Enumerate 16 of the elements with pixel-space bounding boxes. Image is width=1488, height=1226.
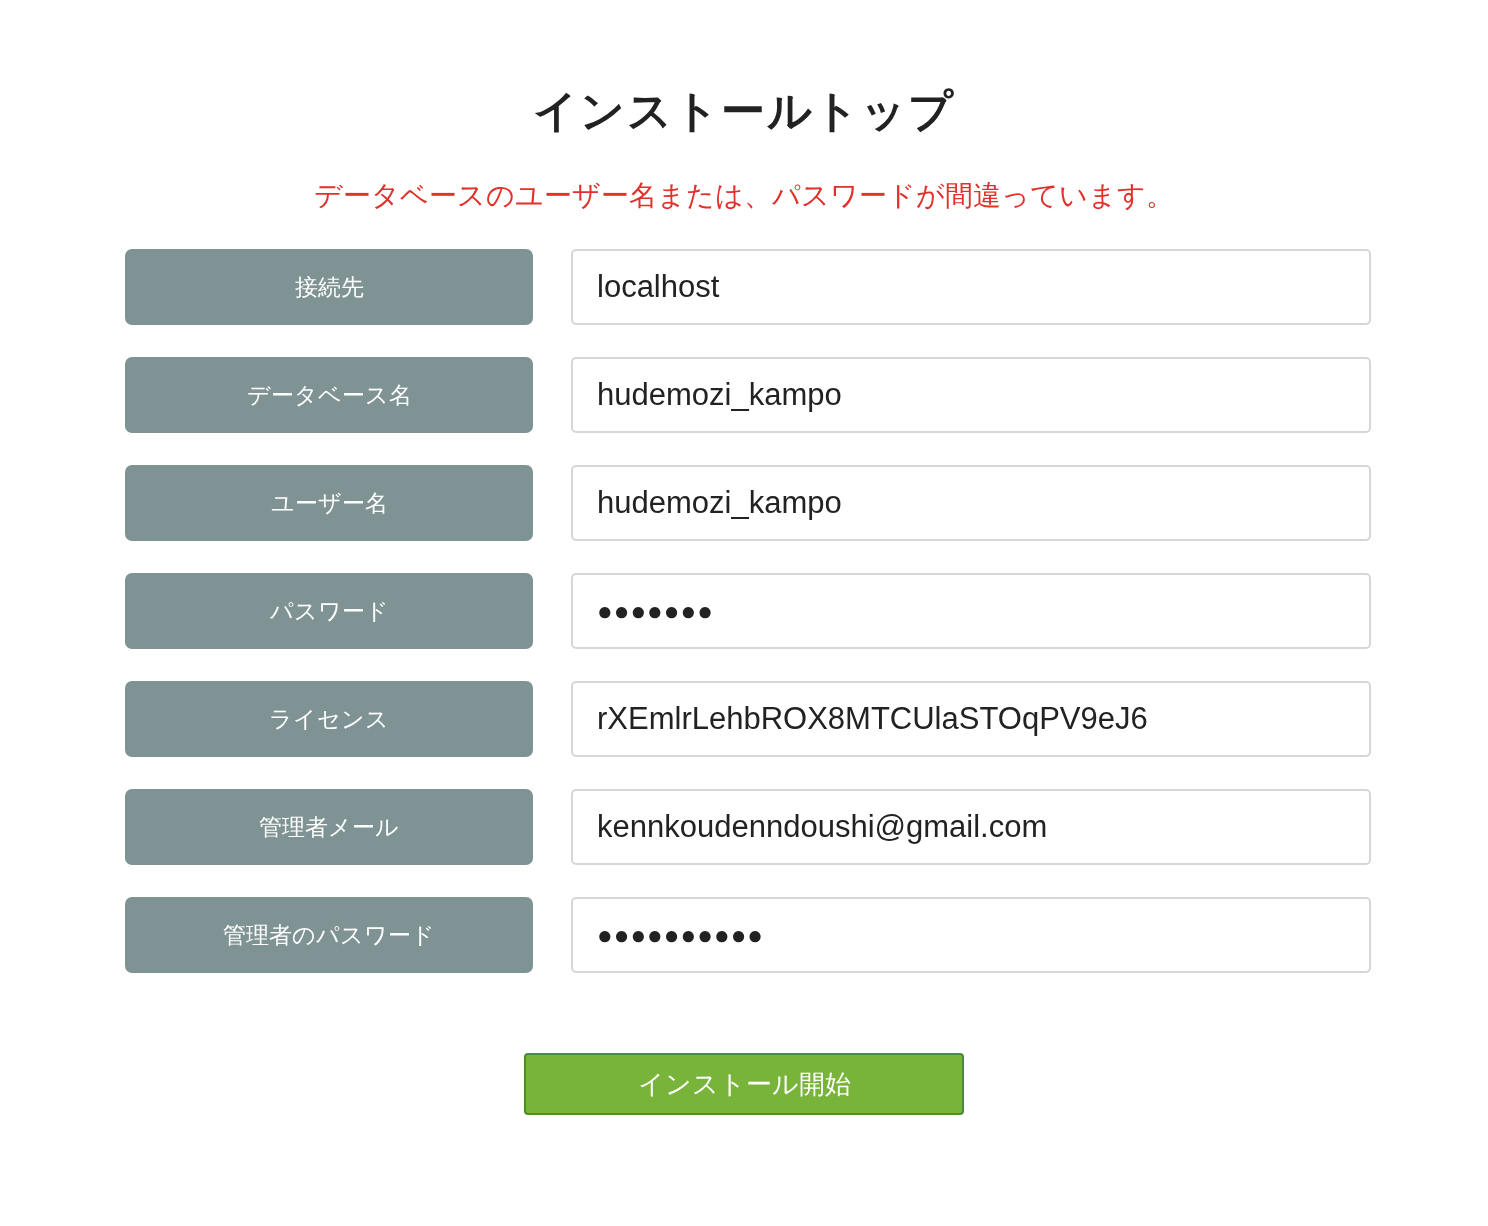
input-field[interactable]: ●●●●●●●●●●: [571, 897, 1371, 973]
input-field[interactable]: kennkoudenndoushi@gmail.com: [571, 789, 1371, 865]
input-field[interactable]: hudemozi_kampo: [571, 357, 1371, 433]
input-field[interactable]: localhost: [571, 249, 1371, 325]
field-label: ライセンス: [125, 681, 533, 757]
input-field[interactable]: ●●●●●●●: [571, 573, 1371, 649]
error-message: データベースのユーザー名または、パスワードが間違っています。: [314, 178, 1174, 214]
field-label: データベース名: [125, 357, 533, 433]
input-field[interactable]: rXEmlrLehbROX8MTCUlaSTOqPV9eJ6: [571, 681, 1371, 757]
input-field[interactable]: hudemozi_kampo: [571, 465, 1371, 541]
field-label: ユーザー名: [125, 465, 533, 541]
field-label: 管理者のパスワード: [125, 897, 533, 973]
field-label: 管理者メール: [125, 789, 533, 865]
field-label: パスワード: [125, 573, 533, 649]
field-label: 接続先: [125, 249, 533, 325]
page-title: インストールトップ: [533, 84, 955, 138]
